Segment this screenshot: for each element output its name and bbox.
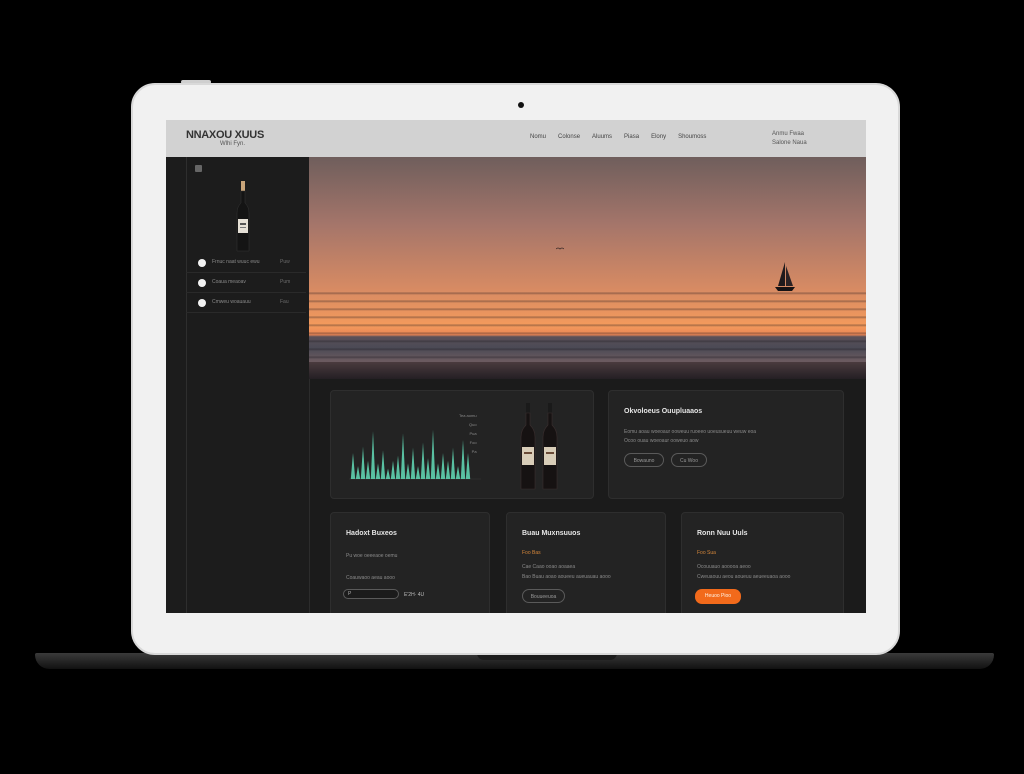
product-card-text: Cae Caao ooao aoaaea [522, 564, 576, 570]
nav-item[interactable]: Colonse [558, 134, 580, 140]
product-card: Buau Muxnsuuos Foo Bas Cae Caao ooao aoa… [506, 512, 666, 613]
sidebar-item-label: Coaua meaoav [212, 279, 246, 285]
chart-bar [395, 455, 401, 479]
chart-bar [380, 450, 386, 479]
chart-bar [435, 463, 441, 479]
wine-bottles-image [520, 403, 558, 490]
wine-bottle-icon [236, 181, 250, 252]
product-card-text: Bao Buau aoao aoueeu aueuauau aooo [522, 574, 611, 580]
info-card-title: Okvoloeus Ouupluaaos [624, 408, 703, 415]
chart-bar [350, 453, 356, 479]
radio-icon [198, 279, 206, 287]
product-card-title: Hadoxt Buxeos [346, 530, 397, 537]
brand-subtitle: Wlhi Fyn. [220, 141, 246, 147]
sidebar-item-meta: Fau [280, 299, 289, 305]
chart-bar [445, 460, 451, 479]
chart-bar [410, 447, 416, 479]
chart-bar [360, 446, 366, 479]
radio-icon [198, 299, 206, 307]
sidebar: Frnuc naat wuuc ewu Puw Coaua meaoav Pum… [166, 157, 310, 613]
laptop-base [35, 653, 994, 669]
product-card-text: Ocouuauo aooooa aeoo [697, 564, 751, 570]
chart-bar [430, 429, 436, 479]
primary-cta-button[interactable]: Heuoo Pioo [695, 589, 741, 604]
quantity-input-value: P [348, 591, 352, 597]
legend-entry: Pua [469, 431, 477, 436]
product-card: Ronn Nuu Uuls Foo Sua Ocouuauo aooooa ae… [681, 512, 844, 613]
product-card-accent: Foo Sua [697, 550, 716, 556]
legend-entry: Tea aomu [459, 413, 477, 418]
chart-bar [450, 447, 456, 479]
nav-item[interactable]: Nomu [530, 134, 546, 140]
chart-bar [385, 468, 391, 479]
chart-bar [405, 463, 411, 479]
sidebar-list: Frnuc naat wuuc ewu Puw Coaua meaoav Pum… [186, 253, 306, 313]
account-line: Salone Naua [772, 140, 807, 146]
chart-bar [420, 442, 426, 479]
bird-icon [556, 247, 564, 250]
product-card-title: Ronn Nuu Uuls [697, 530, 748, 537]
nav-item[interactable]: Shoumoss [678, 134, 706, 140]
info-card-text: Ocoo ouau woeoaur ooweuo aow [624, 438, 699, 444]
header: NNAXOU XUUS Wlhi Fyn. Nomu Colonse Aluum… [166, 120, 866, 158]
radio-icon [198, 259, 206, 267]
account-menu[interactable]: Anmu Fwaa Salone Naua [772, 130, 807, 148]
chart-legend: Tea aomu Quo Pua Foo Pa [459, 411, 477, 456]
chart-bar [440, 453, 446, 479]
sailboat-icon [775, 262, 795, 291]
chart-bar [355, 466, 361, 479]
chart-bar [465, 453, 471, 479]
hero-image [309, 157, 866, 379]
brand-title[interactable]: NNAXOU XUUS [186, 129, 264, 141]
product-card: Hadoxt Buxeos Pu woe oeeeaoe oemu Coauwa… [330, 512, 490, 613]
chart-bar [400, 433, 406, 479]
sidebar-item[interactable]: Coaua meaoav Pum [186, 273, 306, 293]
info-card: Okvoloeus Ouupluaaos Eomu aoau woeoaur o… [608, 390, 844, 499]
nav-item[interactable]: Elony [651, 134, 666, 140]
quantity-input[interactable]: P [343, 589, 399, 599]
legend-entry: Foo [469, 440, 477, 445]
chart-bar [455, 466, 461, 479]
product-card-text: Cweuaouu aeou aoueuu aeueeuaoa aooo [697, 574, 791, 580]
legend-entry: Quo [469, 422, 477, 427]
chart-bar [375, 463, 381, 479]
chart-card: Tea aomu Quo Pua Foo Pa [330, 390, 594, 499]
sidebar-item-label: Cmweu woauauu [212, 299, 251, 305]
secondary-outline-button[interactable]: Cu Woo [671, 453, 707, 467]
sidebar-item-meta: Pum [280, 279, 291, 285]
chart-bar [390, 460, 396, 479]
legend-entry: Pa [471, 449, 477, 454]
product-card-text: Coauwaoo aeau aooo [346, 575, 395, 581]
chart-bar [370, 431, 376, 479]
product-card-title: Buau Muxnsuuos [522, 530, 581, 537]
chart-bar [425, 458, 431, 479]
account-line: Anmu Fwaa [772, 131, 805, 137]
nav-item[interactable]: Piasa [624, 134, 639, 140]
chart-bar [415, 466, 421, 479]
sidebar-item-meta: Puw [280, 259, 290, 265]
product-card-suffix: E'2H· 4U [404, 592, 425, 598]
hero-shore [309, 362, 866, 379]
product-card-button[interactable]: Bouueeuoa [522, 589, 565, 603]
sidebar-item[interactable]: Frnuc naat wuuc ewu Puw [186, 253, 306, 273]
nav-item[interactable]: Aluums [592, 134, 612, 140]
sidebar-item[interactable]: Cmweu woauauu Fau [186, 293, 306, 313]
product-card-text: Pu woe oeeeaoe oemu [346, 553, 398, 559]
product-card-accent: Foo Bas [522, 550, 541, 556]
sidebar-item-label: Frnuc naat wuuc ewu [212, 259, 260, 265]
camera-icon [518, 102, 524, 108]
menu-icon[interactable] [195, 165, 202, 172]
info-card-text: Eomu aoau woeoaur ooweuu ruoeeo uoeusueu… [624, 429, 757, 435]
primary-outline-button[interactable]: Bowauno [624, 453, 664, 467]
screen: NNAXOU XUUS Wlhi Fyn. Nomu Colonse Aluum… [166, 120, 866, 613]
chart-bar [365, 460, 371, 479]
main-nav: Nomu Colonse Aluums Piasa Elony Shoumoss [530, 134, 706, 140]
sidebar-divider [186, 157, 187, 613]
